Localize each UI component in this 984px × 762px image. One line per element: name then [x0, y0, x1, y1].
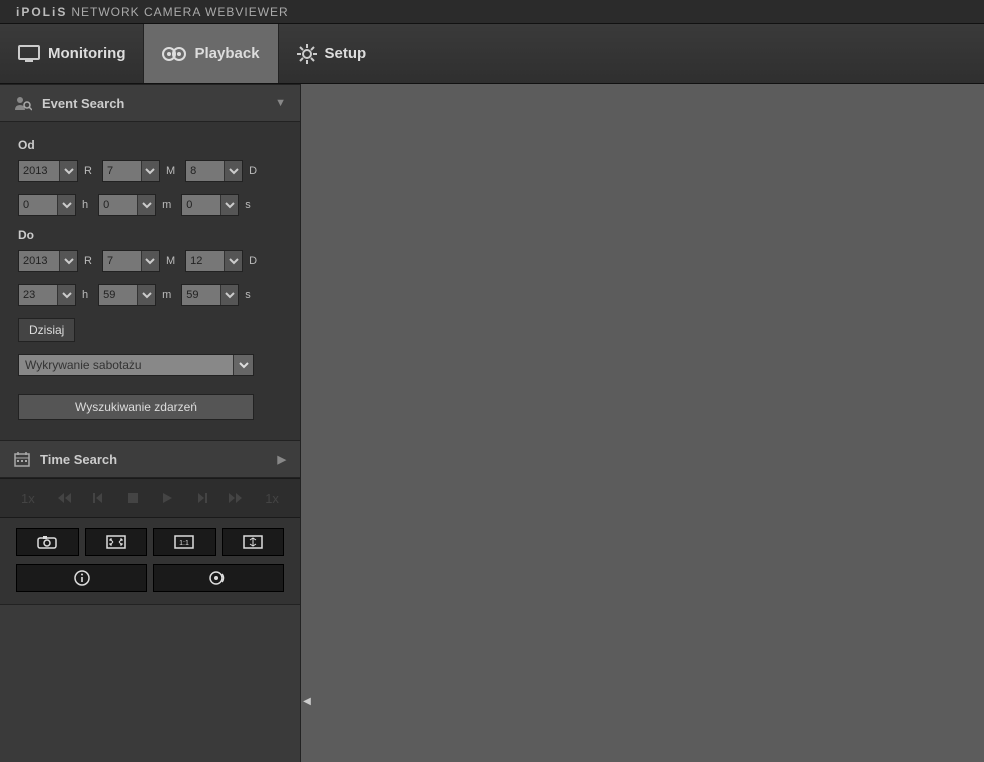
from-date-row: 2013 R 7 M 8 D [18, 160, 282, 182]
fit-screen-button[interactable] [85, 528, 148, 556]
monitor-icon [18, 45, 40, 63]
tool-row-2 [0, 560, 300, 604]
to-time-row: 23 h 59 m 59 s [18, 284, 282, 306]
backup-button[interactable] [153, 564, 284, 592]
to-label: Do [18, 228, 282, 242]
from-day-select[interactable]: 8 [185, 160, 243, 182]
chevron-down-icon [59, 251, 77, 271]
fullscreen-button[interactable] [222, 528, 285, 556]
chevron-down-icon: ▼ [275, 97, 286, 109]
to-minute-select[interactable]: 59 [98, 284, 156, 306]
step-forward-button[interactable] [195, 492, 207, 504]
brand-text: iPOLiS [16, 5, 67, 19]
tab-playback-label: Playback [194, 45, 259, 62]
event-search-body: Od 2013 R 7 M 8 D [0, 122, 300, 440]
event-search-label: Event Search [42, 96, 124, 111]
main-area: Event Search ▼ Od 2013 R 7 M 8 [0, 84, 984, 762]
playback-icon [162, 45, 186, 63]
chevron-down-icon [57, 195, 75, 215]
from-month-select[interactable]: 7 [102, 160, 160, 182]
speed-right: 1x [265, 491, 279, 506]
chevron-down-icon [233, 355, 253, 375]
to-hour-select[interactable]: 23 [18, 284, 76, 306]
collapse-sidebar-button[interactable]: ◀ [301, 689, 313, 713]
main-tabs: Monitoring Playback Setup [0, 24, 984, 84]
search-person-icon [14, 95, 32, 111]
from-label: Od [18, 138, 282, 152]
chevron-down-icon [57, 285, 75, 305]
info-button[interactable] [16, 564, 147, 592]
chevron-down-icon [137, 285, 155, 305]
original-size-button[interactable]: 1:1 [153, 528, 216, 556]
calendar-icon [14, 451, 30, 467]
chevron-down-icon [220, 285, 238, 305]
tab-playback[interactable]: Playback [144, 24, 278, 83]
play-button[interactable] [161, 492, 173, 504]
sidebar-spacer [0, 604, 300, 762]
chevron-down-icon [141, 161, 159, 181]
event-type-select[interactable]: Wykrywanie sabotażu [18, 354, 254, 376]
step-back-button[interactable] [93, 492, 105, 504]
sidebar: Event Search ▼ Od 2013 R 7 M 8 [0, 84, 300, 762]
from-second-select[interactable]: 0 [181, 194, 239, 216]
capture-button[interactable] [16, 528, 79, 556]
rewind-button[interactable] [57, 492, 71, 504]
time-search-header[interactable]: Time Search ▶ [0, 440, 300, 478]
chevron-down-icon [220, 195, 238, 215]
search-events-button[interactable]: Wyszukiwanie zdarzeń [18, 394, 254, 420]
from-time-row: 0 h 0 m 0 s [18, 194, 282, 216]
svg-text:1:1: 1:1 [179, 540, 189, 547]
chevron-down-icon [141, 251, 159, 271]
chevron-right-icon: ▶ [278, 453, 286, 466]
fast-forward-button[interactable] [229, 492, 243, 504]
tab-monitoring-label: Monitoring [48, 45, 125, 62]
gear-icon [297, 44, 317, 64]
to-day-select[interactable]: 12 [185, 250, 243, 272]
to-year-select[interactable]: 2013 [18, 250, 78, 272]
from-minute-select[interactable]: 0 [98, 194, 156, 216]
today-button[interactable]: Dzisiaj [18, 318, 75, 342]
transport-controls: 1x 1x [0, 478, 300, 518]
tab-monitoring[interactable]: Monitoring [0, 24, 144, 83]
chevron-down-icon [137, 195, 155, 215]
tab-setup[interactable]: Setup [279, 24, 385, 83]
stop-button[interactable] [127, 492, 139, 504]
from-year-select[interactable]: 2013 [18, 160, 78, 182]
chevron-down-icon [59, 161, 77, 181]
chevron-down-icon [224, 251, 242, 271]
to-month-select[interactable]: 7 [102, 250, 160, 272]
video-area: ◀ [300, 84, 984, 762]
tool-row-1: 1:1 [0, 518, 300, 560]
app-header: iPOLiS NETWORK CAMERA WEBVIEWER [0, 0, 984, 24]
chevron-down-icon [224, 161, 242, 181]
time-search-label: Time Search [40, 452, 117, 467]
speed-left: 1x [21, 491, 35, 506]
event-search-header[interactable]: Event Search ▼ [0, 84, 300, 122]
from-hour-select[interactable]: 0 [18, 194, 76, 216]
to-date-row: 2013 R 7 M 12 D [18, 250, 282, 272]
to-second-select[interactable]: 59 [181, 284, 239, 306]
header-title: NETWORK CAMERA WEBVIEWER [71, 5, 288, 19]
tab-setup-label: Setup [325, 45, 367, 62]
